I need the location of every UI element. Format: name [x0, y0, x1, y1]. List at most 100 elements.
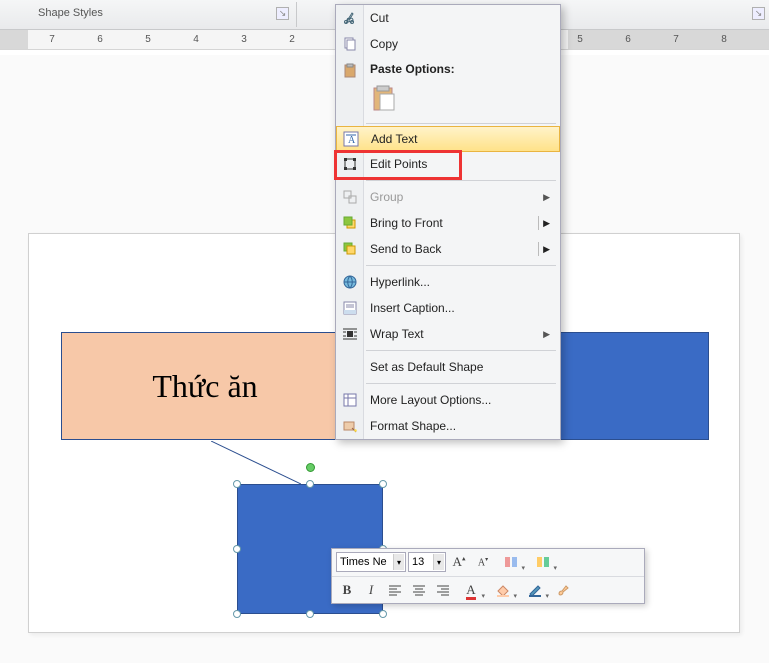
- format-painter-button[interactable]: [552, 579, 574, 601]
- ruler-mark: 8: [700, 34, 748, 45]
- ruler-mark: 2: [268, 34, 316, 45]
- selection-handle[interactable]: [233, 480, 241, 488]
- menu-item-more-layout-options[interactable]: More Layout Options...: [336, 387, 560, 413]
- format-shape-icon: [341, 417, 359, 435]
- menu-item-format-shape[interactable]: Format Shape...: [336, 413, 560, 439]
- italic-button[interactable]: I: [360, 579, 382, 601]
- bring-to-front-icon: [341, 214, 359, 232]
- ruler-mark: 7: [28, 34, 76, 45]
- menu-item-set-default-shape[interactable]: Set as Default Shape: [336, 354, 560, 380]
- outline-icon: [527, 582, 543, 598]
- grow-font-button[interactable]: A▴: [448, 551, 470, 573]
- dialog-launcher-icon[interactable]: ↘: [276, 7, 289, 20]
- paste-clipboard-icon: [370, 84, 400, 114]
- ruler-mark: 6: [76, 34, 124, 45]
- font-name-select[interactable]: Times Ne ▾: [336, 552, 406, 572]
- menu-item-label: Insert Caption...: [370, 301, 455, 315]
- menu-item-edit-points[interactable]: Edit Points: [336, 151, 560, 177]
- shrink-font-button[interactable]: A▾: [472, 551, 494, 573]
- shape-rectangle-orange[interactable]: Thức ăn: [61, 332, 349, 440]
- menu-separator: [366, 265, 556, 266]
- align-center-button[interactable]: [408, 579, 430, 601]
- selection-handle[interactable]: [379, 610, 387, 618]
- font-color-icon: A: [466, 582, 475, 598]
- align-left-icon: [387, 582, 403, 598]
- menu-separator: [366, 350, 556, 351]
- dialog-launcher-icon[interactable]: ↘: [752, 7, 765, 20]
- shape-fill-button[interactable]: [488, 579, 518, 601]
- ribbon-group-shapestyles: Shape Styles: [38, 7, 103, 19]
- selection-handle[interactable]: [233, 610, 241, 618]
- menu-item-group: Group ▶: [336, 184, 560, 210]
- italic-icon: I: [369, 582, 373, 598]
- selection-handle[interactable]: [233, 545, 241, 553]
- ruler-mark: 5: [556, 34, 604, 45]
- menu-item-label: Bring to Front: [370, 216, 443, 230]
- menu-item-bring-to-front[interactable]: Bring to Front ▶: [336, 210, 560, 236]
- rotation-handle-icon[interactable]: [306, 463, 315, 472]
- menu-item-label: Format Shape...: [370, 419, 456, 433]
- ruler-mark: 4: [172, 34, 220, 45]
- submenu-arrow-icon: ▶: [543, 192, 550, 203]
- menu-item-label: Hyperlink...: [370, 275, 430, 289]
- mini-toolbar: Times Ne ▾ 13 ▾ A▴ A▾ B I: [331, 548, 645, 604]
- ribbon-separator: [296, 2, 297, 27]
- align-left-button[interactable]: [384, 579, 406, 601]
- menu-item-label: More Layout Options...: [370, 393, 491, 407]
- menu-item-label: Cut: [370, 11, 389, 25]
- menu-item-label: Set as Default Shape: [370, 360, 483, 374]
- fill-icon: [495, 582, 511, 598]
- font-size-value: 13: [412, 556, 424, 568]
- paste-option-button[interactable]: [336, 78, 560, 120]
- layout-icon: [341, 391, 359, 409]
- selection-handle[interactable]: [306, 480, 314, 488]
- selection-handle[interactable]: [306, 610, 314, 618]
- align-right-button[interactable]: [432, 579, 454, 601]
- menu-item-label: Add Text: [371, 132, 417, 146]
- styles2-icon: [535, 554, 551, 570]
- menu-item-label: Copy: [370, 37, 398, 51]
- ruler-mark: 5: [124, 34, 172, 45]
- brush-icon: [555, 582, 571, 598]
- styles-icon: [503, 554, 519, 570]
- menu-item-insert-caption[interactable]: Insert Caption...: [336, 295, 560, 321]
- font-size-select[interactable]: 13 ▾: [408, 552, 446, 572]
- menu-item-add-text[interactable]: A Add Text: [336, 126, 560, 152]
- menu-item-cut[interactable]: Cut: [336, 5, 560, 31]
- chevron-down-icon: ▾: [433, 554, 444, 570]
- text-icon: A: [342, 130, 360, 148]
- menu-item-copy[interactable]: Copy: [336, 31, 560, 57]
- menu-item-label: Edit Points: [370, 157, 427, 171]
- menu-label-paste-options: Paste Options:: [336, 57, 560, 78]
- menu-item-wrap-text[interactable]: Wrap Text ▶: [336, 321, 560, 347]
- align-center-icon: [411, 582, 427, 598]
- bold-button[interactable]: B: [336, 579, 358, 601]
- wrap-text-icon: [341, 325, 359, 343]
- ruler-mark: 3: [220, 34, 268, 45]
- copy-icon: [341, 35, 359, 53]
- grow-font-icon: A▴: [453, 554, 466, 570]
- edit-points-icon: [341, 155, 359, 173]
- selection-handle[interactable]: [379, 480, 387, 488]
- menu-item-hyperlink[interactable]: Hyperlink...: [336, 269, 560, 295]
- menu-item-label: Send to Back: [370, 242, 441, 256]
- submenu-arrow-icon: ▶: [543, 218, 550, 229]
- connector-line: [211, 441, 301, 484]
- menu-item-label: Group: [370, 190, 403, 204]
- quick-styles-button[interactable]: [496, 551, 526, 573]
- font-color-button[interactable]: A: [456, 579, 486, 601]
- menu-separator: [366, 383, 556, 384]
- font-name-value: Times Ne: [340, 556, 387, 568]
- send-to-back-icon: [341, 240, 359, 258]
- svg-text:A: A: [348, 135, 356, 146]
- submenu-arrow-icon: ▶: [543, 329, 550, 340]
- menu-item-label: Wrap Text: [370, 327, 424, 341]
- shrink-font-icon: A▾: [478, 556, 488, 568]
- menu-item-send-to-back[interactable]: Send to Back ▶: [336, 236, 560, 262]
- scissors-icon: [341, 9, 359, 27]
- group-icon: [341, 188, 359, 206]
- quick-styles2-button[interactable]: [528, 551, 558, 573]
- shape-outline-button[interactable]: [520, 579, 550, 601]
- shape-text: Thức ăn: [152, 368, 257, 405]
- ruler-mark: 6: [604, 34, 652, 45]
